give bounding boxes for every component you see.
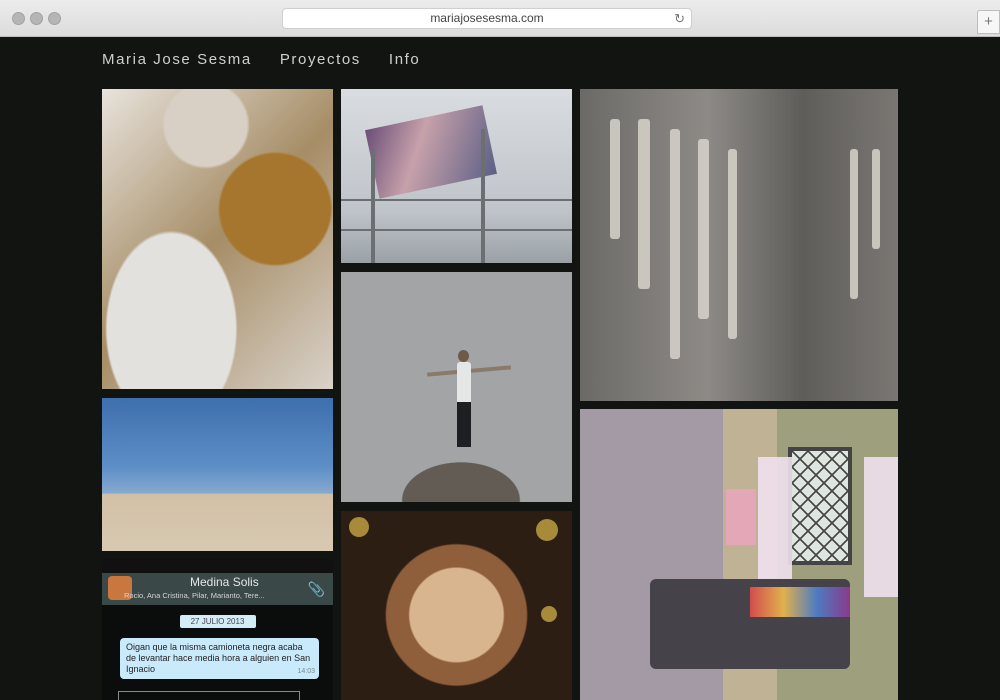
billboard-beam [341,229,572,231]
bokeh-light [541,606,557,622]
figure-head [458,350,469,362]
nav-info[interactable]: Info [389,51,420,68]
figure-body [457,362,471,404]
chat-message-text: Oigan que la misma camioneta negra acaba… [126,642,311,674]
billboard-photo[interactable] [341,89,572,263]
url-text: mariajosesesma.com [430,11,544,25]
man-on-rock-photo[interactable] [341,272,572,502]
chat-date: 27 JULIO 2013 [179,615,256,628]
reload-icon[interactable]: ↻ [674,9,685,28]
chat-screenshot[interactable]: Medina Solis Rocio, Ana Cristina, Pilar,… [102,559,333,700]
desert-sky-photo[interactable] [102,398,333,551]
chat-message-time: 14:03 [297,668,315,675]
bokeh-light [536,519,558,541]
chat-members: Rocio, Ana Cristina, Pilar, Marianto, Te… [124,591,265,600]
zoom-window-button[interactable] [48,12,61,25]
chat-status-bar [102,559,333,573]
new-tab-button[interactable]: + [977,10,1000,34]
woman-face-photo[interactable] [341,511,572,700]
browser-toolbar: mariajosesesma.com ↻ + [0,0,1000,37]
nav-projects[interactable]: Proyectos [280,51,361,68]
chat-inner-screenshot [118,691,300,700]
close-window-button[interactable] [12,12,25,25]
page-content: Maria Jose Sesma Proyectos Info Medina S… [0,37,1000,700]
light-streak [872,149,880,249]
billboard-pole [371,149,375,263]
vanity-table-photo[interactable] [102,89,333,389]
striped-blanket [750,587,850,617]
paperclip-icon: 📎 [307,581,325,597]
chat-group-name: Medina Solis [190,575,259,589]
address-bar[interactable]: mariajosesesma.com ↻ [282,8,692,29]
rock-shape [386,452,536,502]
wall-poster [726,489,756,545]
chat-message: Oigan que la misma camioneta negra acaba… [120,638,319,679]
billboard-beam [341,199,572,201]
light-streak [638,119,650,289]
barred-window [788,447,852,565]
site-nav: Maria Jose Sesma Proyectos Info [102,51,420,68]
billboard-sign [365,105,497,199]
light-streak [728,149,737,339]
curtain [758,457,792,597]
curtain [864,457,898,597]
light-streak [670,129,680,359]
light-streak [610,119,620,239]
bedroom-photo[interactable] [580,409,898,700]
nav-site-name[interactable]: Maria Jose Sesma [102,51,252,68]
light-streak [698,139,709,319]
figure-legs [457,402,471,447]
billboard-pole [481,129,485,263]
wall-light-shadows-photo[interactable] [580,89,898,401]
light-streak [850,149,858,299]
bokeh-light [349,517,369,537]
chat-header: Medina Solis Rocio, Ana Cristina, Pilar,… [102,573,333,605]
minimize-window-button[interactable] [30,12,43,25]
